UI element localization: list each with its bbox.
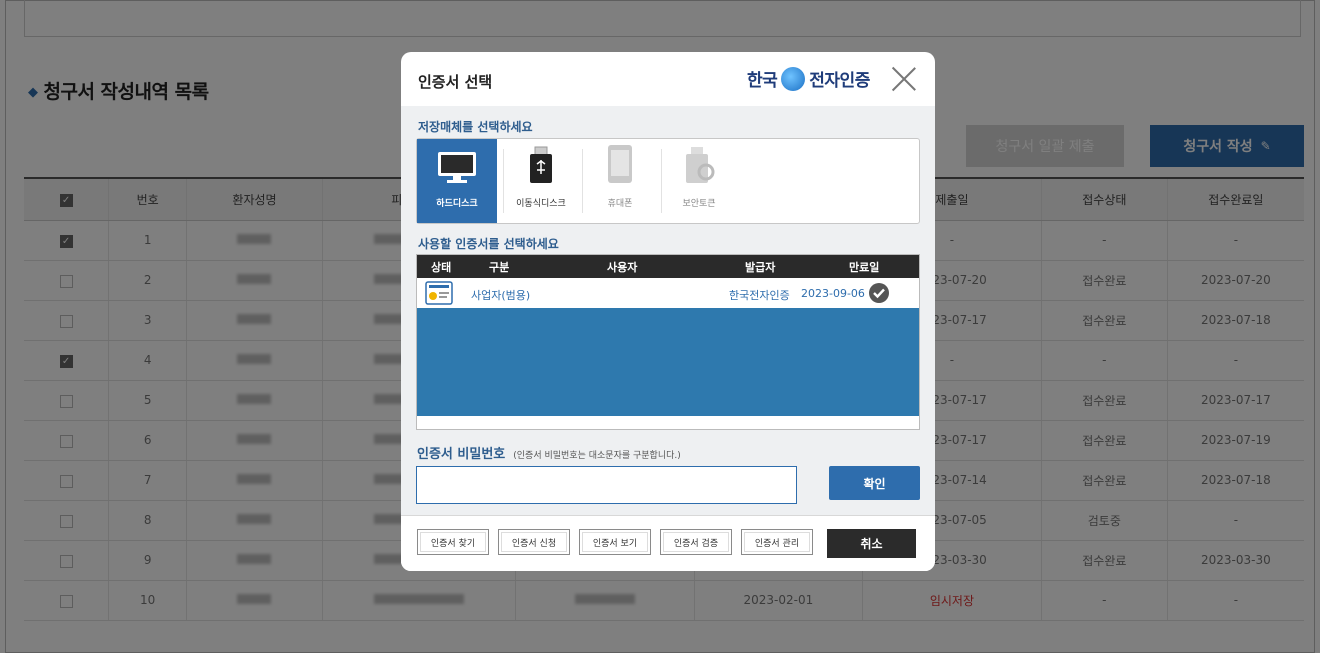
find-cert-button[interactable]: 인증서 찾기 [417, 529, 489, 555]
cert-list-item[interactable]: 사업자(범용) 한국전자인증 2023-09-06 [417, 278, 919, 308]
cert-list-header: 상태 구분 사용자 발급자 만료일 [417, 255, 919, 278]
dialog-title: 인증서 선택 [418, 73, 493, 91]
verify-cert-button[interactable]: 인증서 검증 [660, 529, 732, 555]
certificate-icon [425, 281, 453, 305]
manage-cert-button[interactable]: 인증서 관리 [741, 529, 813, 555]
ok-button[interactable]: 확인 [829, 466, 920, 500]
phone-icon [608, 145, 632, 183]
monitor-icon [438, 152, 476, 183]
storage-label: 저장매체를 선택하세요 [418, 120, 533, 134]
media-security-token[interactable]: 보안토큰 [659, 139, 739, 223]
dialog-body: 저장매체를 선택하세요 하드디스크 이동식디스크 휴대폰 보안토큰 사용할 인증… [401, 106, 935, 571]
dialog-footer: 인증서 찾기 인증서 신청 인증서 보기 인증서 검증 인증서 관리 취소 [401, 515, 935, 571]
view-cert-button[interactable]: 인증서 보기 [579, 529, 651, 555]
apply-cert-button[interactable]: 인증서 신청 [498, 529, 570, 555]
media-removable[interactable]: 이동식디스크 [501, 139, 581, 223]
cert-list-empty-area [417, 308, 919, 416]
dialog-header: 인증서 선택 한국 전자인증 [401, 52, 935, 106]
usb-drive-icon [530, 146, 552, 183]
certificate-dialog: 인증서 선택 한국 전자인증 저장매체를 선택하세요 하드디스크 이동식디스크 … [401, 52, 935, 571]
cancel-button[interactable]: 취소 [827, 529, 916, 558]
storage-media-selector: 하드디스크 이동식디스크 휴대폰 보안토큰 [416, 138, 920, 224]
cert-select-label: 사용할 인증서를 선택하세요 [418, 237, 559, 251]
brand-logo: 한국 전자인증 [747, 66, 870, 91]
certificate-list: 상태 구분 사용자 발급자 만료일 사업자(범용) 한국전자인증 2023-09… [416, 254, 920, 430]
security-token-icon [686, 147, 715, 183]
brand-emblem-icon [781, 66, 806, 91]
check-circle-icon [869, 283, 889, 303]
media-phone[interactable]: 휴대폰 [580, 139, 660, 223]
media-harddisk[interactable]: 하드디스크 [417, 139, 497, 223]
password-label: 인증서 비밀번호 (인증서 비밀번호는 대소문자를 구분합니다.) [417, 447, 681, 462]
password-input[interactable] [416, 466, 797, 504]
close-icon[interactable] [891, 66, 917, 92]
